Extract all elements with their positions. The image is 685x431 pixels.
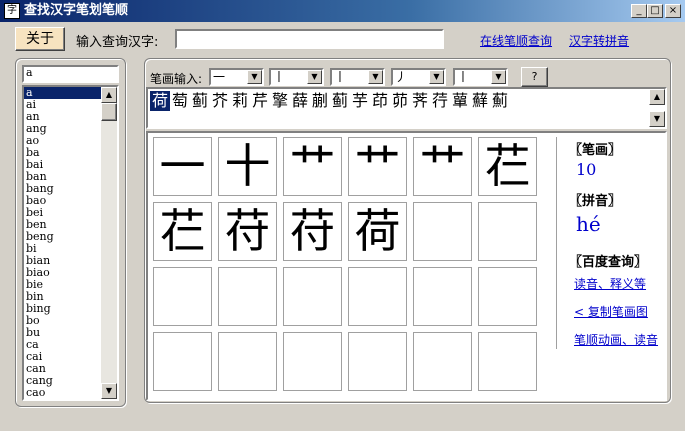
stroke-step-cell	[283, 267, 342, 326]
result-char[interactable]: 擎	[270, 91, 290, 111]
result-char[interactable]: 薊	[490, 91, 510, 111]
stroke-step-cell	[413, 332, 472, 391]
chevron-down-icon[interactable]: ▼	[368, 70, 383, 84]
stroke-query-button[interactable]: ?	[521, 67, 548, 87]
pinyin-search-input[interactable]: a	[22, 65, 119, 83]
stroke-step-cell: 一	[153, 137, 212, 196]
stroke-animation-link[interactable]: 笔顺动画、读音	[574, 331, 658, 348]
result-char[interactable]: 莉	[230, 91, 250, 111]
stroke-step-cell	[413, 267, 472, 326]
result-char[interactable]: 蓟	[330, 91, 350, 111]
stroke-step-cell: 荷	[348, 202, 407, 261]
maximize-button[interactable]: □	[647, 4, 663, 18]
stroke-step-cell	[348, 267, 407, 326]
stroke-step-cell	[153, 332, 212, 391]
stroke-step-cell	[348, 332, 407, 391]
window-title: 查找汉字笔划笔顺	[24, 3, 129, 18]
info-divider	[556, 137, 557, 349]
stroke-step-cell: 芢	[478, 137, 537, 196]
copy-stroke-image-link[interactable]: < 复制笔画图	[574, 303, 648, 320]
result-char[interactable]: 薛	[290, 91, 310, 111]
minimize-button[interactable]: _	[631, 4, 647, 18]
stroke-step-cell: 苻	[283, 202, 342, 261]
result-char[interactable]: 蕇	[450, 91, 470, 111]
stroke-step-cell: 芢	[153, 202, 212, 261]
stroke-step-cell: 艹	[413, 137, 472, 196]
stroke-combo-value: 丨	[273, 70, 286, 84]
strokes-value: 10	[576, 160, 597, 179]
chevron-down-icon[interactable]: ▼	[247, 70, 262, 84]
scroll-up-icon[interactable]: ▲	[101, 87, 117, 103]
baidu-label: 〖百度查询〗	[569, 255, 648, 270]
scroll-down-icon[interactable]: ▼	[101, 383, 117, 399]
chevron-down-icon[interactable]: ▼	[307, 70, 322, 84]
stroke-step-cell	[478, 332, 537, 391]
stroke-combo-value: 丿	[395, 70, 408, 84]
app-icon: 字	[4, 3, 20, 19]
results-scroll-up-icon[interactable]: ▲	[649, 89, 665, 105]
strokes-label: 〖笔画〗	[569, 143, 622, 158]
search-char-input[interactable]	[175, 29, 444, 49]
results-scroll-down-icon[interactable]: ▼	[649, 111, 665, 127]
stroke-step-cell: 苻	[218, 202, 277, 261]
stroke-combo-1[interactable]: 一 ▼	[209, 68, 264, 86]
scroll-thumb[interactable]	[101, 103, 117, 121]
about-button[interactable]: 关于	[15, 27, 65, 51]
pinyin-convert-link[interactable]: 汉字转拼音	[569, 32, 629, 49]
result-char[interactable]: 蒯	[310, 91, 330, 111]
stroke-combo-value: 一	[213, 70, 226, 84]
stroke-combo-value: 丨	[334, 70, 347, 84]
stroke-combo-4[interactable]: 丿 ▼	[391, 68, 446, 86]
stroke-step-cell: 艹	[283, 137, 342, 196]
search-char-label: 输入查询汉字:	[76, 35, 159, 50]
stroke-combo-value: 丨	[457, 70, 470, 84]
result-char[interactable]: 蓟	[190, 91, 210, 111]
stroke-step-cell	[478, 267, 537, 326]
stroke-step-cell	[218, 332, 277, 391]
result-char[interactable]: 蘚	[470, 91, 490, 111]
pinyin-scrollbar[interactable]	[101, 87, 117, 399]
stroke-step-cell	[153, 267, 212, 326]
result-char[interactable]: 芋	[350, 91, 370, 111]
pinyin-value: hé	[576, 212, 601, 236]
stroke-step-cell	[413, 202, 472, 261]
pinyin-listbox[interactable]: a ai an ang ao ba bai ban bang bao bei ben beng bi bia…	[22, 85, 119, 401]
result-char[interactable]: 芹	[250, 91, 270, 111]
stroke-step-cell	[218, 267, 277, 326]
stroke-step-cell: 十	[218, 137, 277, 196]
stroke-step-cell: 艹	[348, 137, 407, 196]
result-char[interactable]: 芥	[210, 91, 230, 111]
stroke-input-label: 笔画输入:	[150, 72, 203, 86]
result-char[interactable]: 茚	[370, 91, 390, 111]
online-stroke-link[interactable]: 在线笔顺查询	[480, 32, 552, 49]
chevron-down-icon[interactable]: ▼	[429, 70, 444, 84]
close-button[interactable]: ×	[665, 4, 681, 18]
stroke-combo-2[interactable]: 丨 ▼	[269, 68, 324, 86]
stroke-combo-3[interactable]: 丨 ▼	[330, 68, 385, 86]
stroke-combo-5[interactable]: 丨 ▼	[453, 68, 508, 86]
stroke-step-cell	[478, 202, 537, 261]
results-box: 荷萄蓟芥莉芹擎薛蒯蓟芋茚茆荠荇蕇蘚薊 ▲ ▼	[146, 87, 667, 129]
stroke-step-cell	[283, 332, 342, 391]
pinyin-list-item[interactable]: cao	[24, 387, 101, 399]
pinyin-label: 〖拼音〗	[569, 194, 622, 209]
reading-meaning-link[interactable]: 读音、释义等	[574, 275, 646, 292]
result-char[interactable]: 荇	[430, 91, 450, 111]
result-char[interactable]: 茆	[390, 91, 410, 111]
result-char[interactable]: 荠	[410, 91, 430, 111]
result-char[interactable]: 荷	[150, 91, 170, 111]
result-char[interactable]: 萄	[170, 91, 190, 111]
chevron-down-icon[interactable]: ▼	[491, 70, 506, 84]
